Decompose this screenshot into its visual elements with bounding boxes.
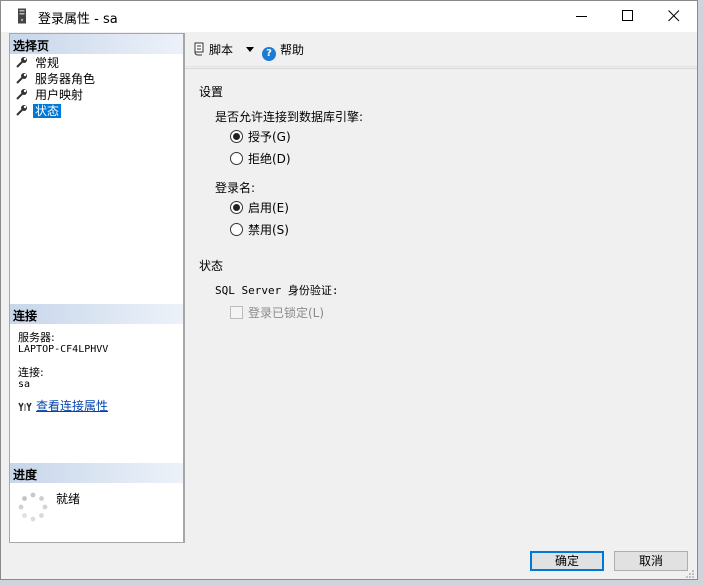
grant-label: 授予(G) [248, 130, 291, 144]
server-value: LAPTOP-CF4LPHVV [18, 344, 109, 355]
wrench-icon [16, 73, 27, 84]
window-title: 登录属性 - sa [38, 12, 118, 27]
title-bar[interactable]: 登录属性 - sa [1, 1, 697, 32]
progress-status: 就绪 [56, 492, 81, 506]
maximize-icon [622, 10, 633, 21]
dialog-button-bar: 确定 取消 [1, 543, 697, 579]
login-label: 登录名: [215, 181, 256, 195]
nav-item-label: 状态 [33, 104, 62, 118]
nav-item-label: 常规 [35, 56, 60, 70]
server-label: 服务器: [18, 331, 55, 344]
resize-grip-icon[interactable] [686, 570, 694, 578]
right-pane: 脚本 ? 帮助 设置 是否允许连接到数据库引擎: 授予(G) 拒绝(D) 登录名:… [184, 33, 697, 543]
help-button[interactable]: ? 帮助 [262, 41, 304, 61]
settings-section-title: 设置 [199, 85, 224, 99]
connection-header: 连接 [10, 304, 183, 324]
connection-icon [18, 402, 32, 411]
deny-radio-dot[interactable] [230, 152, 243, 165]
progress-header: 进度 [10, 463, 183, 483]
wrench-icon [16, 89, 27, 100]
close-icon [668, 10, 680, 22]
minimize-button[interactable] [559, 1, 605, 31]
nav-item-server-roles[interactable]: 服务器角色 [16, 71, 97, 87]
login-locked-box[interactable] [230, 306, 243, 319]
connection-info: 连接: sa [18, 367, 44, 391]
view-connection-properties-label[interactable]: 查看连接属性 [36, 399, 108, 413]
disabled-radio-dot[interactable] [230, 223, 243, 236]
enabled-radio-dot[interactable] [230, 201, 243, 214]
status-page-content: 设置 是否允许连接到数据库引擎: 授予(G) 拒绝(D) 登录名: 启用(E) … [185, 68, 697, 543]
help-icon: ? [262, 47, 276, 61]
nav-item-user-mapping[interactable]: 用户映射 [16, 87, 97, 103]
enabled-radio[interactable]: 启用(E) [230, 201, 289, 217]
script-label: 脚本 [209, 43, 234, 57]
sql-auth-label: SQL Server 身份验证: [215, 284, 339, 297]
minimize-icon [576, 16, 587, 17]
login-properties-dialog: 登录属性 - sa 选择页 常规 服务器角色 用户映射 状态 连接 服务器: L… [0, 0, 698, 580]
toolbar: 脚本 ? 帮助 [185, 33, 697, 67]
nav-item-label: 用户映射 [35, 88, 84, 102]
progress-spinner-icon [18, 492, 48, 522]
login-locked-label: 登录已锁定(L) [248, 306, 325, 320]
left-pane: 选择页 常规 服务器角色 用户映射 状态 连接 服务器: LAPTOP-CF4L… [9, 33, 184, 543]
select-page-header: 选择页 [10, 34, 183, 54]
deny-radio[interactable]: 拒绝(D) [230, 152, 291, 168]
deny-label: 拒绝(D) [248, 152, 291, 166]
chevron-down-icon[interactable] [246, 47, 254, 52]
script-button[interactable]: 脚本 [193, 41, 233, 58]
connection-label: 连接: [18, 366, 44, 379]
wrench-icon [16, 57, 27, 68]
disabled-label: 禁用(S) [248, 223, 289, 237]
disabled-radio[interactable]: 禁用(S) [230, 223, 289, 239]
permission-question: 是否允许连接到数据库引擎: [215, 110, 364, 124]
wrench-icon [16, 105, 27, 116]
ok-button[interactable]: 确定 [530, 551, 604, 571]
grant-radio[interactable]: 授予(G) [230, 130, 291, 146]
server-info: 服务器: LAPTOP-CF4LPHVV [18, 332, 108, 356]
view-connection-properties-link[interactable]: 查看连接属性 [18, 397, 108, 414]
enabled-label: 启用(E) [248, 201, 289, 215]
cancel-button[interactable]: 取消 [614, 551, 688, 571]
maximize-button[interactable] [605, 1, 651, 31]
connection-value: sa [18, 379, 31, 390]
nav-item-status[interactable]: 状态 [16, 103, 97, 119]
grant-radio-dot[interactable] [230, 130, 243, 143]
server-icon [18, 8, 26, 24]
close-button[interactable] [651, 1, 697, 31]
login-locked-checkbox[interactable]: 登录已锁定(L) [230, 306, 324, 322]
nav-item-label: 服务器角色 [35, 72, 96, 86]
script-icon [194, 42, 204, 56]
status-section-title: 状态 [199, 259, 224, 273]
nav-item-general[interactable]: 常规 [16, 55, 97, 71]
page-list: 常规 服务器角色 用户映射 状态 [16, 55, 97, 119]
help-label: 帮助 [280, 43, 305, 57]
